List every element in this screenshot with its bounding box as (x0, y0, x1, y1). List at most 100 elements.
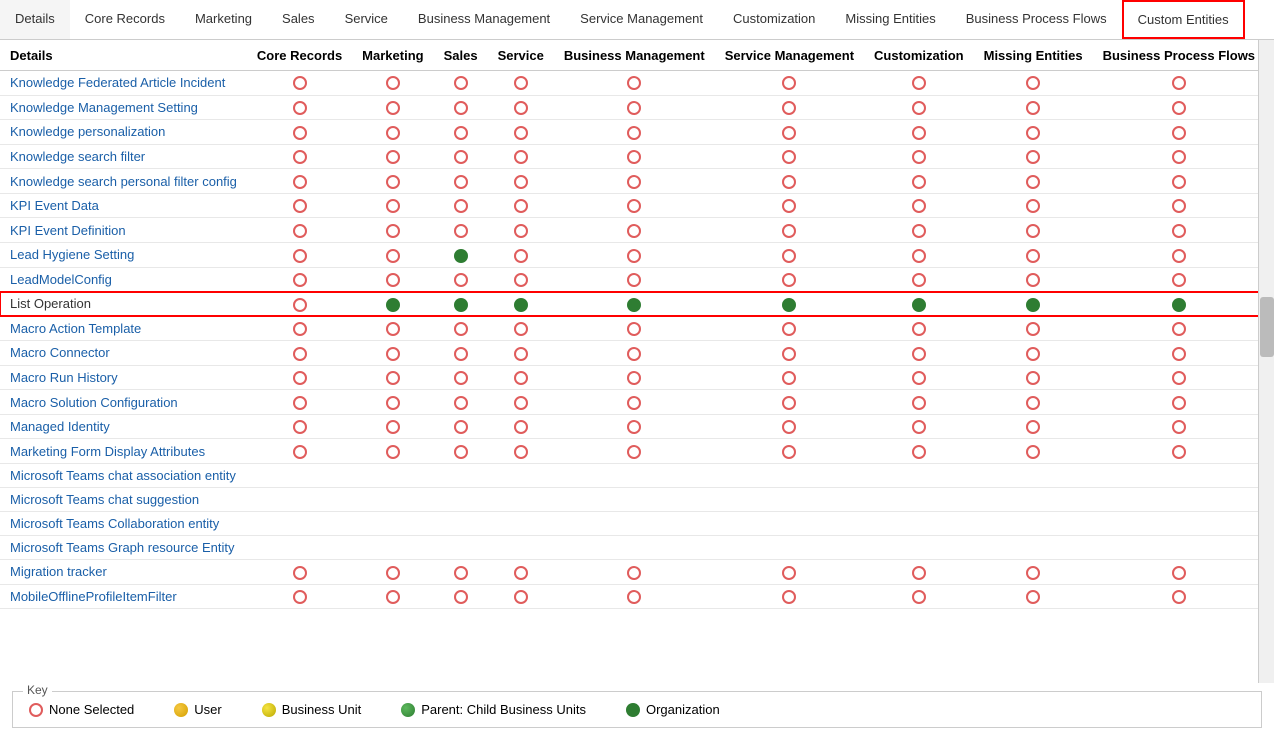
table-row: Macro Action Template (0, 316, 1258, 341)
none-circle (293, 224, 307, 238)
cell-indicator (1093, 267, 1258, 292)
entity-name[interactable]: Knowledge Federated Article Incident (0, 70, 247, 95)
entity-name[interactable]: Managed Identity (0, 414, 247, 439)
none-circle (454, 76, 468, 90)
none-circle (1172, 126, 1186, 140)
tab-sales[interactable]: Sales (267, 0, 330, 39)
cell-indicator (864, 512, 974, 536)
entity-name[interactable]: KPI Event Definition (0, 218, 247, 243)
cell-indicator (864, 144, 974, 169)
cell-indicator (434, 193, 488, 218)
tab-details[interactable]: Details (0, 0, 70, 39)
none-circle (293, 322, 307, 336)
entity-name[interactable]: Marketing Form Display Attributes (0, 439, 247, 464)
entity-name[interactable]: Macro Run History (0, 365, 247, 390)
none-circle (293, 590, 307, 604)
entity-name[interactable]: Macro Connector (0, 341, 247, 366)
none-circle (782, 566, 796, 580)
none-circle (1172, 590, 1186, 604)
col-header-core: Core Records (247, 41, 352, 70)
tab-marketing[interactable]: Marketing (180, 0, 267, 39)
tab-service[interactable]: Service (330, 0, 403, 39)
none-circle (386, 273, 400, 287)
col-header-sales: Sales (434, 41, 488, 70)
entity-name[interactable]: Knowledge search personal filter config (0, 169, 247, 194)
entity-name[interactable]: Microsoft Teams Graph resource Entity (0, 536, 247, 560)
cell-indicator (247, 439, 352, 464)
entity-name[interactable]: Microsoft Teams chat suggestion (0, 488, 247, 512)
cell-indicator (352, 512, 433, 536)
none-circle (514, 126, 528, 140)
key-org: Organization (626, 702, 720, 717)
none-circle (293, 273, 307, 287)
none-circle (782, 273, 796, 287)
entity-name[interactable]: Knowledge search filter (0, 144, 247, 169)
none-circle (1026, 76, 1040, 90)
cell-indicator (1093, 144, 1258, 169)
entity-name[interactable]: LeadModelConfig (0, 267, 247, 292)
cell-indicator (247, 120, 352, 145)
cell-indicator (974, 584, 1093, 609)
tab-business-process-flows[interactable]: Business Process Flows (951, 0, 1122, 39)
none-circle (912, 445, 926, 459)
entity-name[interactable]: Microsoft Teams Collaboration entity (0, 512, 247, 536)
cell-indicator (1093, 292, 1258, 317)
none-circle (1026, 396, 1040, 410)
none-circle (454, 566, 468, 580)
tab-business-management[interactable]: Business Management (403, 0, 565, 39)
none-circle (912, 273, 926, 287)
entity-name[interactable]: Knowledge Management Setting (0, 95, 247, 120)
none-circle (912, 420, 926, 434)
entity-name[interactable]: Microsoft Teams chat association entity (0, 464, 247, 488)
none-circle (782, 126, 796, 140)
cell-indicator (352, 218, 433, 243)
none-circle (1026, 249, 1040, 263)
tab-customization[interactable]: Customization (718, 0, 830, 39)
cell-indicator (434, 120, 488, 145)
cell-indicator (974, 365, 1093, 390)
tab-custom-entities[interactable]: Custom Entities (1122, 0, 1245, 39)
tab-missing-entities[interactable]: Missing Entities (830, 0, 950, 39)
table-row: LeadModelConfig (0, 267, 1258, 292)
cell-indicator (715, 292, 864, 317)
cell-indicator (715, 488, 864, 512)
none-circle (514, 590, 528, 604)
none-circle (514, 249, 528, 263)
cell-indicator (488, 365, 554, 390)
none-circle (514, 566, 528, 580)
cell-indicator (715, 95, 864, 120)
cell-indicator (554, 464, 715, 488)
entity-name[interactable]: Migration tracker (0, 560, 247, 585)
table-header: Details Core Records Marketing Sales Ser… (0, 41, 1258, 70)
table-area[interactable]: Details Core Records Marketing Sales Ser… (0, 40, 1258, 683)
scrollbar-thumb[interactable] (1260, 297, 1274, 357)
tab-service-management[interactable]: Service Management (565, 0, 718, 39)
entity-name[interactable]: Macro Solution Configuration (0, 390, 247, 415)
cell-indicator (715, 193, 864, 218)
entity-name[interactable]: Knowledge personalization (0, 120, 247, 145)
none-circle (627, 396, 641, 410)
none-circle (1172, 175, 1186, 189)
scrollbar[interactable] (1258, 40, 1274, 683)
cell-indicator (488, 70, 554, 95)
cell-indicator (554, 439, 715, 464)
table-row: List Operation (0, 292, 1258, 317)
none-circle (293, 396, 307, 410)
green-circle (1172, 298, 1186, 312)
cell-indicator (352, 365, 433, 390)
none-circle (782, 224, 796, 238)
cell-indicator (864, 439, 974, 464)
entity-name[interactable]: Macro Action Template (0, 316, 247, 341)
tab-core-records[interactable]: Core Records (70, 0, 180, 39)
none-circle (514, 175, 528, 189)
none-circle (782, 199, 796, 213)
entity-name[interactable]: Lead Hygiene Setting (0, 242, 247, 267)
none-circle (782, 101, 796, 115)
none-circle (1026, 590, 1040, 604)
col-header-marketing: Marketing (352, 41, 433, 70)
entity-name[interactable]: MobileOfflineProfileItemFilter (0, 584, 247, 609)
entity-name[interactable]: KPI Event Data (0, 193, 247, 218)
cell-indicator (434, 439, 488, 464)
cell-indicator (352, 292, 433, 317)
cell-indicator (974, 120, 1093, 145)
